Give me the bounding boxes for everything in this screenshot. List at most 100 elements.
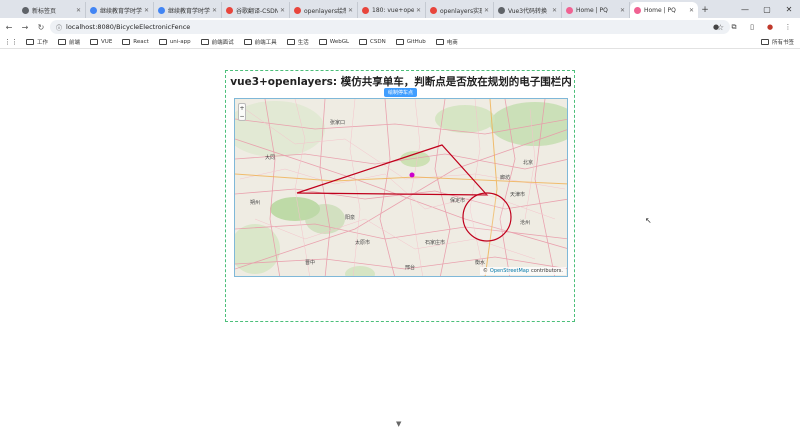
browser-tab[interactable]: openlayers绘制 ✕ (290, 2, 358, 18)
bookmark-folder[interactable]: 工作 (26, 38, 48, 46)
tab-favicon-icon (498, 6, 505, 14)
bookmark-folder[interactable]: WebGL (318, 38, 350, 46)
bookmark-folder[interactable]: uni-app (158, 38, 191, 46)
tab-title: 继续教育学时学习 (100, 7, 142, 15)
zoom-out-button[interactable]: − (239, 112, 245, 120)
back-icon[interactable]: ← (2, 20, 16, 34)
browser-tab[interactable]: 新标签页 ✕ (18, 2, 86, 18)
tab-favicon-icon (22, 6, 29, 14)
folder-icon (58, 39, 67, 45)
bookmark-label: 前端面试 (211, 40, 234, 46)
extensions-puzzle-icon[interactable]: ⧉ (728, 20, 740, 34)
map-place-label: 太原市 (355, 240, 371, 246)
tab-title: 180: vue+openl (372, 6, 414, 14)
attribution-link[interactable]: OpenStreetMap (490, 268, 529, 274)
tab-title: Home | PQ (644, 6, 676, 14)
tab-close-icon[interactable]: ✕ (689, 7, 694, 14)
tab-favicon-icon (294, 6, 301, 14)
folder-icon (26, 39, 34, 45)
bookmark-folder[interactable]: VUE (90, 38, 112, 46)
tab-search-icon[interactable] (4, 2, 16, 14)
tab-close-icon[interactable]: ✕ (212, 7, 217, 14)
bookmark-label: 前端工具 (254, 40, 277, 46)
tab-close-icon[interactable]: ✕ (552, 7, 557, 14)
tab-title: 新标签页 (32, 7, 57, 15)
page-title: vue3+openlayers: 模仿共享单车，判断点是否放在规划的电子围栏内 (230, 76, 572, 88)
scroll-down-icon[interactable]: ▼ (396, 420, 401, 428)
folder-icon (760, 39, 769, 45)
bookmark-label: WebGL (329, 39, 350, 45)
zoom-in-button[interactable]: + (239, 104, 245, 112)
forward-icon[interactable]: → (18, 20, 32, 34)
map-place-label: 石家庄市 (425, 240, 446, 246)
bookmark-label: 工作 (37, 40, 49, 46)
bookmark-folder[interactable]: GitHub (395, 38, 426, 46)
new-tab-button[interactable]: + (698, 2, 712, 18)
site-info-icon[interactable]: ⓘ (56, 23, 62, 32)
browser-tab[interactable]: 继续教育学时学习✕ (154, 2, 222, 18)
folder-icon (122, 39, 131, 45)
map-place-label: 廊坊 (500, 175, 511, 181)
bookmark-folder[interactable]: React (122, 38, 149, 46)
tab-close-icon[interactable]: ✕ (348, 7, 353, 14)
tab-close-icon[interactable]: ✕ (620, 7, 625, 14)
map-place-label: 保定市 (450, 198, 466, 204)
copyright-symbol: © (482, 268, 488, 274)
folder-icon (318, 39, 327, 45)
browser-tab[interactable]: 谷歌翻译-CSDN ✕ (222, 2, 290, 18)
minimize-icon[interactable]: — (734, 0, 756, 18)
folder-icon (200, 39, 209, 45)
extension-icon[interactable]: ● (710, 20, 722, 34)
bookmarks-bar: ⋮⋮ 工作 前端 VUE React uni-app 前端面试 前端工具 生活 WebGL CSD… (0, 36, 800, 49)
map-attribution: © OpenStreetMap contributors. (479, 267, 566, 275)
map-viewport[interactable]: + − © OpenStreetMap contributors. 天津市 北京廊… (234, 98, 568, 277)
split-view-icon[interactable]: ▯ (746, 20, 758, 34)
maximize-icon[interactable]: ▢ (756, 0, 778, 18)
tab-close-icon[interactable]: ✕ (416, 7, 421, 14)
tab-close-icon[interactable]: ✕ (484, 7, 489, 14)
map-place-label: 阳泉 (345, 215, 356, 221)
zoom-controls: + − (238, 103, 246, 121)
bookmark-folder[interactable]: 生活 (286, 38, 309, 46)
tab-close-icon[interactable]: ✕ (76, 7, 81, 14)
bookmark-folder[interactable]: 电商 (435, 38, 458, 46)
bookmark-label: uni-app (169, 39, 191, 45)
map-place-label: 张家口 (330, 120, 346, 126)
browser-tab[interactable]: openlayers实现 ✕ (426, 2, 494, 18)
map-canvas[interactable] (235, 99, 568, 277)
apps-grid-icon[interactable]: ⋮⋮ (4, 38, 18, 46)
address-bar[interactable]: ⓘ localhost:8080/BicycleElectronicFence … (50, 20, 730, 34)
bookmark-label: 前端 (69, 40, 81, 46)
profile-avatar[interactable]: ● (764, 20, 776, 34)
map-place-label: 天津市 (510, 192, 526, 198)
browser-tab[interactable]: Home | PQ ✕ (562, 2, 630, 18)
draw-parking-point-button[interactable]: 绘制停车点 (384, 88, 418, 97)
menu-icon[interactable]: ⋮ (782, 20, 794, 34)
bookmark-label: 生活 (297, 40, 309, 46)
folder-icon (243, 39, 252, 45)
bookmark-folder[interactable]: 前端工具 (243, 38, 277, 46)
bookmark-folder[interactable]: CSDN (359, 38, 386, 46)
bookmark-label: 电商 (446, 40, 458, 46)
browser-tab[interactable]: 180: vue+openl✕ (358, 2, 426, 18)
bookmark-label: React (133, 39, 149, 45)
bookmark-label: GitHub (406, 39, 426, 45)
toolbar: ← → ↻ ⓘ localhost:8080/BicycleElectronic… (0, 18, 800, 36)
bookmark-folder[interactable]: 前端面试 (200, 38, 234, 46)
all-bookmarks-label: 所有书签 (771, 40, 794, 46)
tab-close-icon[interactable]: ✕ (280, 7, 285, 14)
browser-tab[interactable]: Vue3代码转换 ✕ (494, 2, 562, 18)
reload-icon[interactable]: ↻ (34, 20, 48, 34)
tab-favicon-icon (226, 6, 233, 14)
tab-title: 谷歌翻译-CSDN (236, 7, 278, 15)
all-bookmarks-folder[interactable]: 所有书签 (760, 38, 794, 46)
browser-tab[interactable]: Home | PQ ✕ (630, 2, 698, 18)
map-place-label: 衡水 (475, 260, 486, 266)
map-place-label: 朔州 (250, 200, 261, 206)
browser-tab[interactable]: 继续教育学时学习✕ (86, 2, 154, 18)
close-window-icon[interactable]: ✕ (778, 0, 800, 18)
tab-close-icon[interactable]: ✕ (144, 7, 149, 14)
window-controls: — ▢ ✕ (734, 0, 800, 18)
map-place-label: 北京 (523, 160, 534, 166)
bookmark-folder[interactable]: 前端 (58, 38, 80, 46)
